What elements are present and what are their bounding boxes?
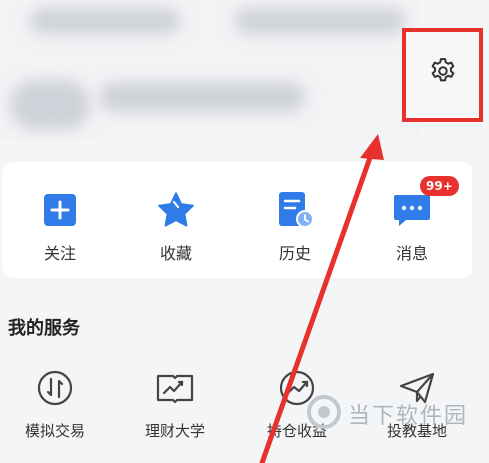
watermark-logo-icon [307,395,341,429]
service-label: 模拟交易 [24,422,85,440]
simulated-trade-icon [35,368,75,408]
services-section-title: 我的服务 [8,318,80,339]
quick-action-label: 历史 [278,244,311,263]
finance-university-icon [155,368,195,408]
settings-highlight-box [402,28,483,122]
profile-header [0,0,420,140]
service-simulated-trade[interactable]: 模拟交易 [5,368,105,441]
blurred-content [30,8,180,34]
plus-square-icon [40,190,80,230]
quick-action-messages[interactable]: 99+ 消息 [362,176,462,264]
quick-action-label: 收藏 [159,244,192,263]
quick-action-favorite[interactable]: 收藏 [126,190,226,264]
watermark-text: 当下软件园 [348,404,469,429]
watermark: 当下软件园 [300,386,489,463]
blurred-content [235,8,405,34]
quick-action-history[interactable]: 历史 [245,190,345,264]
blurred-avatar [10,80,90,130]
quick-action-follow[interactable]: 关注 [10,190,110,264]
history-document-icon [275,190,315,230]
blurred-username [100,82,305,112]
star-icon [156,190,196,230]
service-finance-university[interactable]: 理财大学 [125,368,225,441]
quick-actions-card: 关注 收藏 历史 99+ 消息 [2,162,472,278]
quick-action-label: 关注 [43,244,76,263]
gear-icon[interactable] [428,56,458,86]
message-count-badge: 99+ [420,176,459,196]
message-icon: 99+ [392,176,459,230]
quick-action-label: 消息 [395,244,428,263]
service-label: 理财大学 [144,422,205,440]
